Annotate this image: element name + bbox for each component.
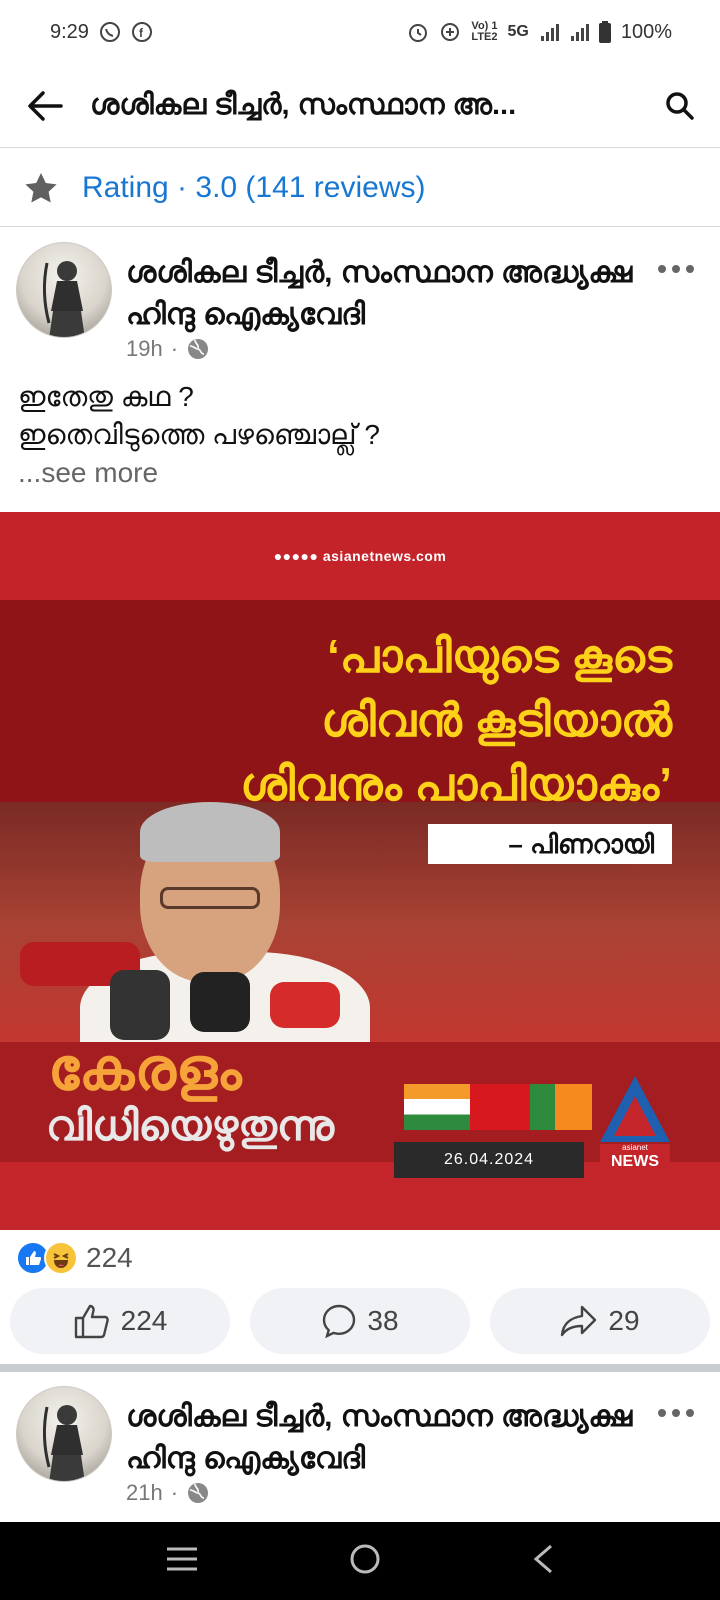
volte-indicator: Vo) 1 LTE2 xyxy=(471,21,497,43)
more-dot-icon xyxy=(658,265,666,273)
more-dot-icon xyxy=(686,265,694,273)
see-more-link[interactable]: ...see more xyxy=(18,454,380,492)
more-dot-icon xyxy=(658,1409,666,1417)
post-header: ശശികല ടീച്ചർ, സംസ്ഥാന അദ്ധ്യക്ഷ ഹിന്ദു ഐ… xyxy=(0,1372,720,1505)
post-image[interactable]: ●●●●● asianetnews.com ‘പാപിയുടെ കൂടെ ശിവ… xyxy=(0,512,720,1230)
svg-text:f: f xyxy=(139,26,144,40)
post-time: 21h xyxy=(126,1480,163,1505)
signal-1-icon xyxy=(539,22,559,42)
recent-apps-button[interactable] xyxy=(165,1546,199,1577)
post-time: 19h xyxy=(126,336,163,361)
post-card: ശശികല ടീച്ചർ, സംസ്ഥാന അദ്ധ്യക്ഷ ഹിന്ദു ഐ… xyxy=(0,228,720,361)
more-dot-icon xyxy=(686,1409,694,1417)
menu-lines-icon xyxy=(166,1547,197,1570)
author-name[interactable]: ശശികല ടീച്ചർ, സംസ്ഥാന അദ്ധ്യക്ഷ ഹിന്ദു ഐ… xyxy=(126,252,646,336)
comment-button[interactable]: 38 xyxy=(250,1288,470,1354)
post-header: ശശികല ടീച്ചർ, സംസ്ഥാന അദ്ധ്യക്ഷ ഹിന്ദു ഐ… xyxy=(0,228,720,361)
brand-top-text: asianet xyxy=(622,1143,649,1152)
system-nav-bar xyxy=(0,1522,720,1600)
post-card: ശശികല ടീച്ചർ, സംസ്ഥാന അദ്ധ്യക്ഷ ഹിന്ദു ഐ… xyxy=(0,1372,720,1505)
post-text-line: ഇതേതു കഥ ? xyxy=(18,381,194,412)
more-options-button[interactable] xyxy=(648,1398,704,1428)
microphone xyxy=(110,970,170,1040)
microphone xyxy=(190,972,250,1032)
post-text-line: ഇതെവിടുത്തെ പഴഞ്ചൊല്ല് ? xyxy=(18,419,380,450)
battery-level: 100% xyxy=(620,20,672,43)
election-date: 26.04.2024 xyxy=(394,1142,584,1178)
status-bar: 9:29 f Vo) 1 LTE2 5G 100% xyxy=(0,0,720,64)
more-dot-icon xyxy=(672,265,680,273)
quote-attribution: – പിണറായി xyxy=(428,824,672,864)
quote-line: ‘പാപിയുടെ കൂടെ xyxy=(326,630,672,682)
more-dot-icon xyxy=(672,1409,680,1417)
share-icon xyxy=(561,1305,597,1337)
battery-icon xyxy=(598,21,611,43)
home-circle-icon xyxy=(350,1544,380,1573)
person-glasses xyxy=(160,887,260,909)
quote-line: ശിവനും പാപിയാകും’ xyxy=(240,758,672,810)
globe-icon xyxy=(188,1483,209,1503)
globe-icon xyxy=(188,339,209,359)
like-count: 224 xyxy=(120,1305,168,1336)
alarm-icon xyxy=(407,21,429,43)
meta-separator: · xyxy=(170,1480,179,1505)
site-url: asianetnews.com xyxy=(322,548,447,564)
party-flag xyxy=(470,1084,532,1130)
back-arrow-icon xyxy=(28,90,63,121)
facebook-icon: f xyxy=(131,21,153,43)
data-saver-icon xyxy=(439,21,461,43)
microphone xyxy=(270,982,340,1028)
banner-subtitle: വിധിയെഴുതുന്നു xyxy=(46,1102,335,1149)
author-name[interactable]: ശശികല ടീച്ചർ, സംസ്ഥാന അദ്ധ്യക്ഷ ഹിന്ദു ഐ… xyxy=(126,1396,646,1480)
party-flag xyxy=(404,1084,470,1130)
back-button[interactable] xyxy=(0,64,90,148)
party-flag xyxy=(530,1084,592,1130)
lte-label: LTE2 xyxy=(471,31,498,43)
post-actions: 224 38 29 xyxy=(0,1288,720,1358)
avatar[interactable] xyxy=(16,242,112,338)
status-left: 9:29 f xyxy=(50,21,153,44)
chevron-left-icon xyxy=(534,1544,553,1573)
comment-count: 38 xyxy=(367,1305,399,1336)
avatar-figure-icon xyxy=(42,1405,85,1481)
reactions-summary[interactable]: 224 xyxy=(16,1238,133,1278)
top-bar: ശശികല ടീച്ചർ, സംസ്ഥാന അ... xyxy=(0,64,720,148)
social-icons: ●●●●● xyxy=(273,548,323,564)
status-right: Vo) 1 LTE2 5G 100% xyxy=(407,21,672,44)
post-text: ഇതേതു കഥ ? ഇതെവിടുത്തെ പഴഞ്ചൊല്ല് ? ...s… xyxy=(18,378,380,492)
banner-title: കേരളം xyxy=(48,1037,242,1102)
more-options-button[interactable] xyxy=(648,254,704,284)
avatar[interactable] xyxy=(16,1386,112,1482)
comment-icon xyxy=(323,1304,356,1339)
home-button[interactable] xyxy=(348,1542,382,1581)
post-meta: 21h · xyxy=(126,1480,210,1506)
asianet-logo: asianet NEWS xyxy=(596,1072,674,1172)
rating-row[interactable]: Rating · 3.0 (141 reviews) xyxy=(0,149,720,227)
image-site-label: ●●●●● asianetnews.com xyxy=(0,548,720,564)
system-back-button[interactable] xyxy=(531,1543,555,1580)
page-title: ശശികല ടീച്ചർ, സംസ്ഥാന അ... xyxy=(90,89,517,121)
quote-text: ‘പാപിയുടെ കൂടെ ശിവൻ കൂടിയാൽ ശിവനും പാപിയ… xyxy=(240,624,672,816)
asianet-logo-icon: asianet NEWS xyxy=(600,1076,670,1170)
meta-separator: · xyxy=(170,336,179,361)
rating-text: Rating · 3.0 (141 reviews) xyxy=(82,170,426,204)
star-icon xyxy=(0,172,82,204)
network-type: 5G xyxy=(507,23,529,40)
thumbs-up-icon xyxy=(74,1304,109,1339)
share-button[interactable]: 29 xyxy=(490,1288,710,1354)
share-count: 29 xyxy=(608,1305,640,1336)
search-button[interactable] xyxy=(640,64,720,148)
quote-line: ശിവൻ കൂടിയാൽ xyxy=(321,694,672,746)
avatar-figure-icon xyxy=(42,261,85,337)
haha-reaction-icon xyxy=(44,1241,78,1275)
post-separator xyxy=(0,1364,720,1372)
reaction-count: 224 xyxy=(86,1242,133,1273)
status-time: 9:29 xyxy=(50,20,89,43)
brand-bottom-text: NEWS xyxy=(611,1153,659,1170)
search-icon xyxy=(666,91,694,120)
signal-2-icon xyxy=(569,22,589,42)
post-meta: 19h · xyxy=(126,336,210,362)
like-button[interactable]: 224 xyxy=(10,1288,230,1354)
whatsapp-icon xyxy=(99,21,121,43)
